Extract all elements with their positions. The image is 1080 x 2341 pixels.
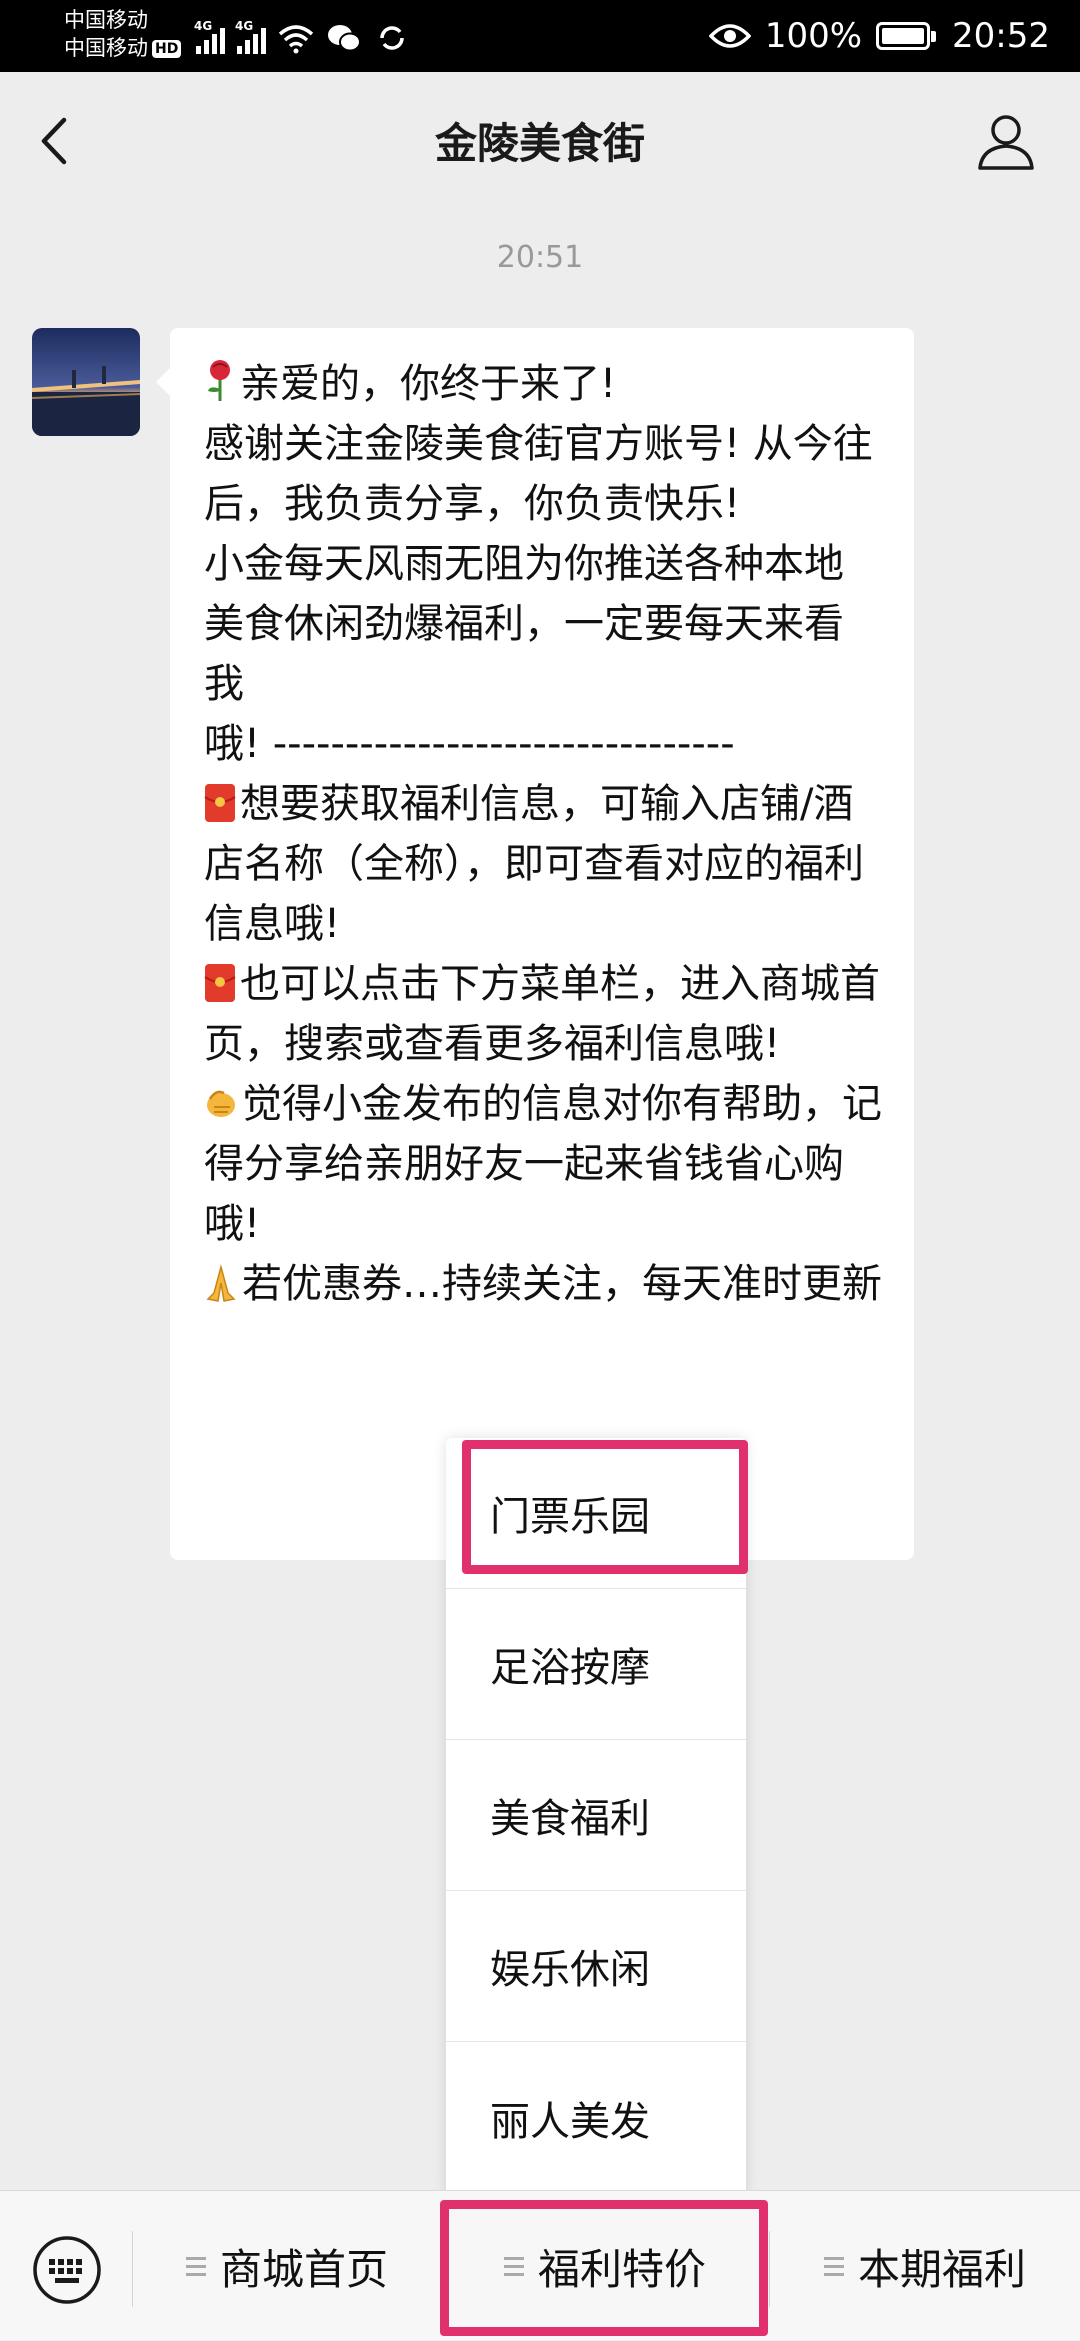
battery-level: 100% [764, 16, 863, 56]
message-line-8: 若优惠券…持续关注，每天准时更新 [242, 1261, 882, 1307]
carrier-1: 中国移动 [64, 8, 148, 32]
message-timestamp: 20:51 [496, 240, 584, 275]
status-bar: 中国移动 中国移动 HD 4G 4G 100% 20:52 [0, 0, 1080, 72]
tab-current-welfare[interactable]: 本期福利 [770, 2191, 1080, 2341]
nav-bar: 金陵美食街 [0, 72, 1080, 212]
message-line-5: 想要获取福利信息，可输入店铺/酒店名称（全称），即可查看对应的福利信息哦! [204, 781, 864, 947]
message-line-7: 觉得小金发布的信息对你有帮助，记得分享给亲朋好友一起来省钱省心购哦! [204, 1081, 882, 1247]
menu-item-foot-massage[interactable]: 足浴按摩 [446, 1589, 746, 1740]
tab-mall-home[interactable]: 商城首页 [134, 2191, 440, 2341]
folded-hands-emoji-icon [206, 1264, 236, 1302]
tab-mall-home-label: 商城首页 [219, 2244, 388, 2294]
message-line-4: 哦! -------------------------------- [204, 721, 735, 767]
network-type-1: 4G [194, 19, 213, 33]
highlight-box-tab [440, 2200, 768, 2336]
eye-icon [708, 24, 751, 48]
wifi-icon [278, 25, 314, 54]
signal-indicators: 4G 4G [194, 18, 410, 54]
network-type-2: 4G [235, 19, 254, 33]
rose-emoji-icon [208, 360, 230, 401]
message-line-3: 小金每天风雨无阻为你推送各种本地美食休闲劲爆福利，一定要每天来看我 [204, 541, 844, 707]
avatar[interactable] [32, 328, 140, 436]
page-title: 金陵美食街 [434, 119, 645, 168]
signal-2-icon: 4G [235, 20, 266, 54]
menu-divider [132, 2231, 133, 2307]
signal-1-icon: 4G [194, 20, 225, 54]
message-line-1: 亲爱的，你终于来了! [240, 361, 617, 407]
message-line-2: 感谢关注金陵美食街官方账号! 从今往后，我负责分享，你负责快乐! [204, 421, 873, 527]
carrier-info: 中国移动 中国移动 HD [64, 6, 182, 62]
red-envelope-icon [204, 784, 236, 822]
keyboard-icon[interactable] [32, 2235, 102, 2305]
menu-lines-icon [185, 2256, 206, 2276]
hand-emoji-icon [207, 1090, 235, 1117]
menu-item-entertainment[interactable]: 娱乐休闲 [446, 1891, 746, 2042]
highlight-box-menu-item [462, 1440, 748, 1574]
menu-item-food-deals[interactable]: 美食福利 [446, 1740, 746, 1891]
bridge-night-image [32, 328, 140, 436]
menu-item-beauty[interactable]: 丽人美发 [446, 2042, 746, 2193]
hd-badge: HD [152, 40, 182, 58]
status-right: 100% 20:52 [708, 0, 1050, 72]
message-bubble[interactable]: 亲爱的，你终于来了! 感谢关注金陵美食街官方账号! 从今往后，我负责分享，你负责… [156, 328, 914, 1560]
battery-icon [876, 22, 937, 50]
tab-current-welfare-label: 本期福利 [857, 2244, 1026, 2294]
message-line-6: 也可以点击下方菜单栏，进入商城首页，搜索或查看更多福利信息哦! [204, 961, 880, 1067]
sync-icon [380, 26, 404, 50]
menu-lines-icon [823, 2256, 844, 2276]
carrier-2: 中国移动 [64, 36, 148, 60]
wechat-icon [328, 25, 361, 52]
status-time: 20:52 [952, 16, 1050, 56]
red-envelope-icon [204, 964, 236, 1002]
profile-icon[interactable] [974, 110, 1038, 174]
